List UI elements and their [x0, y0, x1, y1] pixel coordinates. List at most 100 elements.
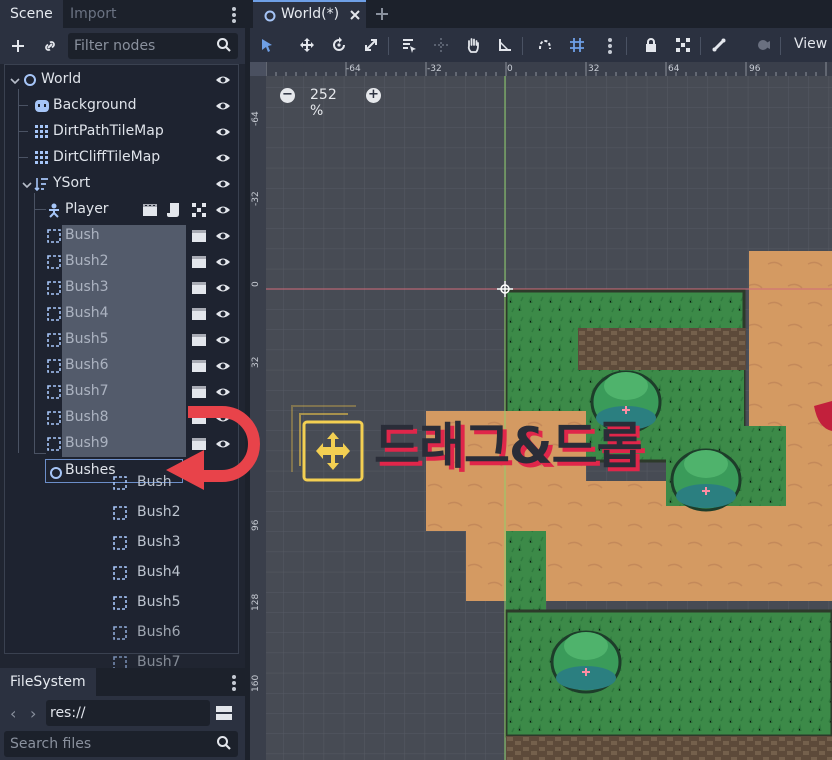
group-icon[interactable] [672, 34, 694, 56]
skeleton-bone-icon[interactable] [708, 34, 730, 56]
visibility-eye-icon[interactable] [215, 202, 231, 218]
visibility-eye-icon[interactable] [215, 306, 231, 322]
grid-snap-icon[interactable] [566, 34, 588, 56]
tab-import[interactable]: Import [60, 0, 126, 28]
area2d-icon [113, 536, 127, 550]
open-scene-icon[interactable] [191, 229, 207, 243]
tree-node-ysort[interactable]: YSort [5, 171, 238, 197]
open-scene-icon[interactable] [191, 255, 207, 269]
camera-override-icon[interactable] [752, 34, 774, 56]
path-input[interactable] [50, 704, 200, 722]
ruler-tick-label: 160 [251, 674, 261, 692]
tilemap-icon [35, 151, 48, 164]
zoom-level: 252 % [310, 87, 337, 119]
area2d-icon [47, 359, 61, 373]
ruler-tick-label: 128 [251, 593, 261, 611]
open-scene-icon[interactable] [191, 307, 207, 321]
tree-label: World [41, 71, 82, 87]
ruler-corner [250, 62, 266, 76]
pivot-tool-icon[interactable] [430, 34, 452, 56]
search-files-field[interactable] [4, 731, 238, 757]
open-scene-icon[interactable] [191, 281, 207, 295]
visibility-eye-icon[interactable] [215, 332, 231, 348]
scale-tool-icon[interactable] [360, 34, 382, 56]
area2d-icon [47, 229, 61, 243]
chevron-down-icon[interactable] [21, 179, 33, 191]
visibility-eye-icon[interactable] [215, 228, 231, 244]
ruler-tick-label: 32 [251, 356, 261, 368]
dock-menu-icon[interactable] [229, 5, 239, 23]
ruler-tool-icon[interactable] [494, 34, 516, 56]
new-scene-tab-icon[interactable] [374, 6, 390, 22]
zoom-out-button[interactable]: − [280, 88, 295, 103]
script-icon[interactable] [167, 202, 181, 218]
close-icon[interactable] [349, 9, 361, 21]
editor-area: World(*) View -64 -32 0 32 64 96 -64 -32… [250, 0, 832, 760]
add-node-icon[interactable] [6, 34, 30, 58]
tree-node-player[interactable]: Player [5, 197, 238, 223]
open-scene-icon[interactable] [191, 385, 207, 399]
bushes-drop-label: Bushes [65, 462, 116, 478]
ruler-tick-label: -64 [251, 111, 261, 126]
open-scene-icon[interactable] [191, 359, 207, 373]
kinematic-body-icon [49, 203, 59, 218]
list-select-icon[interactable] [398, 34, 420, 56]
tree-node-dirtclifftilemap[interactable]: DirtCliffTileMap [5, 145, 238, 171]
visibility-eye-icon[interactable] [215, 150, 231, 166]
visibility-eye-icon[interactable] [215, 384, 231, 400]
ruler-tick-label: -64 [346, 64, 361, 74]
ruler-tick-label: -32 [251, 191, 261, 206]
area2d-icon [47, 411, 61, 425]
filesystem-menu-icon[interactable] [229, 673, 239, 691]
select-tool-icon[interactable] [256, 34, 278, 56]
snap-options-icon[interactable] [605, 36, 615, 54]
split-view-icon[interactable] [215, 704, 233, 722]
node2d-icon [50, 467, 62, 479]
ysort-icon [34, 178, 48, 192]
filter-nodes-field[interactable] [68, 33, 238, 59]
tree-node-background[interactable]: Background [5, 93, 238, 119]
forward-arrow-icon[interactable]: › [30, 704, 36, 723]
smart-snap-icon[interactable] [534, 34, 556, 56]
visibility-eye-icon[interactable] [215, 124, 231, 140]
dragged-item-label: Bush4 [137, 564, 181, 580]
area2d-icon [113, 506, 127, 520]
tree-label: Player [65, 201, 109, 217]
tab-scene[interactable]: Scene [0, 0, 63, 28]
pan-tool-icon[interactable] [462, 34, 484, 56]
view-menu[interactable]: View [794, 36, 827, 52]
instance-scene-icon[interactable] [38, 34, 62, 58]
tree-node-dirtpathtilemap[interactable]: DirtPathTileMap [5, 119, 238, 145]
lock-icon[interactable] [640, 34, 662, 56]
ruler-top[interactable]: -64 -32 0 32 64 96 [266, 62, 832, 76]
canvas-viewport[interactable]: 드래그&드롭 드래그&드롭 [266, 76, 832, 760]
visibility-eye-icon[interactable] [215, 176, 231, 192]
tree-label: DirtCliffTileMap [53, 149, 161, 165]
tree-node-world[interactable]: World [5, 67, 238, 93]
visibility-eye-icon[interactable] [215, 98, 231, 114]
area2d-icon [47, 307, 61, 321]
tab-world-scene[interactable]: World(*) [253, 0, 366, 28]
back-arrow-icon[interactable]: ‹ [10, 704, 16, 723]
area2d-icon [47, 333, 61, 347]
bush-sprite [550, 630, 622, 694]
tilemap-icon [35, 125, 48, 138]
search-files-input[interactable] [10, 735, 210, 753]
rotate-tool-icon[interactable] [328, 34, 350, 56]
visibility-eye-icon[interactable] [215, 254, 231, 270]
filter-nodes-input[interactable] [74, 37, 214, 55]
chevron-down-icon[interactable] [9, 75, 21, 87]
zoom-in-button[interactable]: + [366, 88, 381, 103]
visibility-eye-icon[interactable] [215, 72, 231, 88]
move-tool-icon[interactable] [296, 34, 318, 56]
visibility-eye-icon[interactable] [215, 280, 231, 296]
tab-filesystem[interactable]: FileSystem [0, 668, 96, 696]
group-lock-icon[interactable] [191, 202, 207, 218]
path-field[interactable] [46, 700, 210, 726]
dragged-item-label: Bush6 [137, 624, 181, 640]
open-scene-icon[interactable] [191, 333, 207, 347]
visibility-eye-icon[interactable] [215, 358, 231, 374]
open-scene-icon[interactable] [142, 203, 158, 217]
tree-label: YSort [53, 175, 91, 191]
bush-sprite [670, 448, 742, 512]
